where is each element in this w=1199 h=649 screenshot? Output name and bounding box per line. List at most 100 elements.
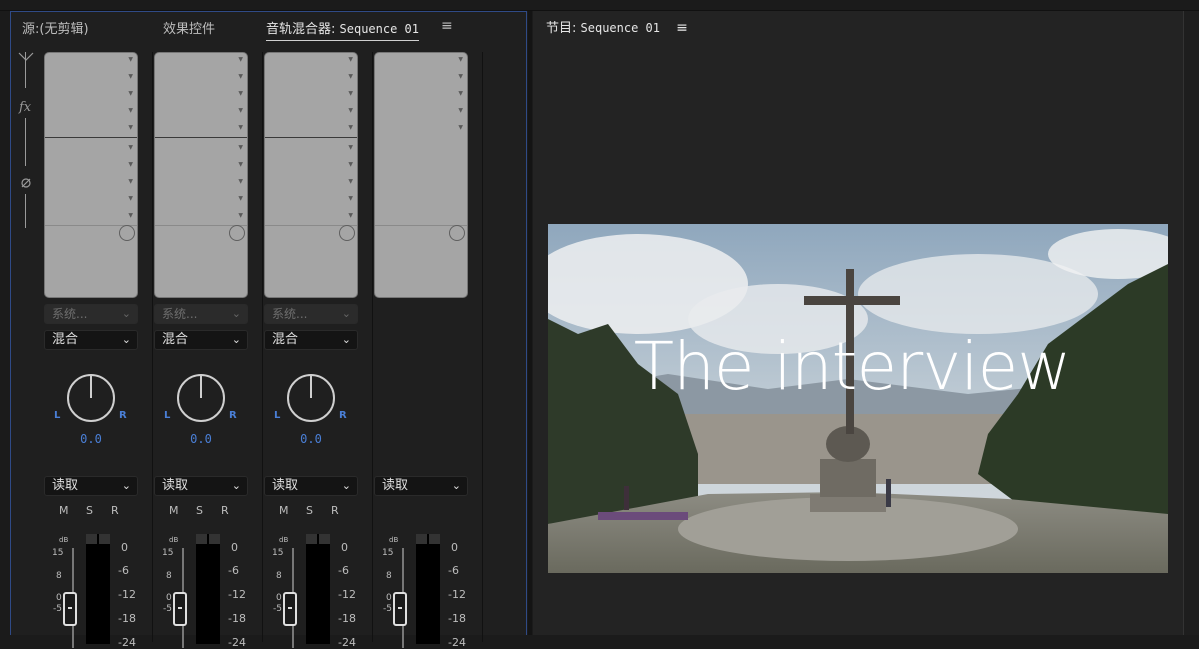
slot-arrow-icon[interactable]: ▼ — [238, 212, 243, 219]
fader-scale-label: -5 — [383, 604, 392, 614]
peak-indicator[interactable] — [86, 534, 110, 544]
slot-arrow-icon[interactable]: ▼ — [128, 124, 133, 131]
slot-arrow-icon[interactable]: ▼ — [348, 161, 353, 168]
solo-button[interactable]: S — [196, 504, 203, 517]
send-level-knob[interactable] — [229, 225, 245, 241]
tab-effect-controls[interactable]: 效果控件 — [163, 18, 215, 37]
collapse-triangle-icon[interactable] — [18, 52, 34, 62]
effects-slot-box[interactable]: ▼ ▼ ▼ ▼ ▼ — [374, 52, 468, 298]
solo-button[interactable]: S — [86, 504, 93, 517]
slot-arrow-icon[interactable]: ▼ — [238, 178, 243, 185]
volume-fader-handle[interactable] — [283, 592, 297, 626]
dropdown-value: 混合 — [162, 332, 189, 347]
slot-arrow-icon[interactable]: ▼ — [348, 90, 353, 97]
pan-value[interactable]: 0.0 — [262, 432, 360, 446]
slot-arrow-icon[interactable]: ▼ — [128, 178, 133, 185]
pan-knob[interactable] — [177, 374, 225, 422]
send-level-knob[interactable] — [119, 225, 135, 241]
program-video-frame[interactable]: The interview — [548, 224, 1168, 573]
automation-mode-dropdown[interactable]: 读取 ⌄ — [154, 476, 248, 496]
pan-knob[interactable] — [67, 374, 115, 422]
slot-arrow-icon[interactable]: ▼ — [348, 144, 353, 151]
fader-handle-mark — [68, 607, 72, 609]
pan-value[interactable]: 0.0 — [42, 432, 140, 446]
slot-arrow-icon[interactable]: ▼ — [128, 73, 133, 80]
mute-button[interactable]: M — [279, 504, 289, 517]
send-assignment-dropdown[interactable]: 系统... ⌄ — [44, 304, 138, 324]
tab-sequence-name: Sequence 01 — [339, 22, 420, 36]
peak-indicator[interactable] — [416, 534, 440, 544]
automation-mode-dropdown[interactable]: 读取 ⌄ — [374, 476, 468, 496]
blend-mode-dropdown[interactable]: 混合 ⌄ — [154, 330, 248, 350]
send-assignment-dropdown[interactable]: 系统... ⌄ — [154, 304, 248, 324]
fader-scale-label: 0 — [386, 593, 392, 603]
volume-fader-handle[interactable] — [393, 592, 407, 626]
slot-arrow-icon[interactable]: ▼ — [128, 212, 133, 219]
slot-arrow-icon[interactable]: ▼ — [348, 195, 353, 202]
fader-scale-label: 8 — [166, 571, 172, 581]
panel-tabs: 源:(无剪辑) 效果控件 音轨混合器: Sequence 01 ≡ — [11, 12, 526, 42]
hamburger-icon[interactable]: ≡ — [676, 20, 688, 36]
slot-arrow-icon[interactable]: ▼ — [238, 56, 243, 63]
send-assignment-dropdown[interactable]: 系统... ⌄ — [264, 304, 358, 324]
slot-arrow-icon[interactable]: ▼ — [458, 124, 463, 131]
solo-button[interactable]: S — [306, 504, 313, 517]
slot-arrow-icon[interactable]: ▼ — [458, 73, 463, 80]
effects-sends-strip: fx — [17, 52, 39, 242]
slot-arrow-icon[interactable]: ▼ — [128, 161, 133, 168]
fader-scale-label: -5 — [273, 604, 282, 614]
slot-arrow-icon[interactable]: ▼ — [128, 56, 133, 63]
slot-arrow-icon[interactable]: ▼ — [348, 212, 353, 219]
slot-arrow-icon[interactable]: ▼ — [458, 90, 463, 97]
slot-arrow-icon[interactable]: ▼ — [348, 73, 353, 80]
slot-arrow-icon[interactable]: ▼ — [238, 195, 243, 202]
slot-arrow-icon[interactable]: ▼ — [238, 107, 243, 114]
send-level-knob[interactable] — [449, 225, 465, 241]
chevron-down-icon: ⌄ — [231, 307, 241, 320]
slot-arrow-icon[interactable]: ▼ — [238, 90, 243, 97]
tab-program[interactable]: 节目: Sequence 01 ≡ — [546, 17, 688, 36]
meter-scale-label: -18 — [338, 612, 356, 625]
automation-mode-dropdown[interactable]: 读取 ⌄ — [44, 476, 138, 496]
slot-arrow-icon[interactable]: ▼ — [128, 107, 133, 114]
slot-arrow-icon[interactable]: ▼ — [348, 124, 353, 131]
record-button[interactable]: R — [221, 504, 229, 517]
effects-slot-box[interactable]: ▼ ▼ ▼ ▼ ▼ ▼ ▼ ▼ ▼ ▼ — [44, 52, 138, 298]
slot-arrow-icon[interactable]: ▼ — [458, 56, 463, 63]
record-button[interactable]: R — [111, 504, 119, 517]
volume-fader-handle[interactable] — [173, 592, 187, 626]
slot-arrow-icon[interactable]: ▼ — [238, 124, 243, 131]
meter-scale-label: 0 — [341, 541, 348, 554]
hamburger-icon[interactable]: ≡ — [441, 18, 453, 34]
record-button[interactable]: R — [331, 504, 339, 517]
send-level-knob[interactable] — [339, 225, 355, 241]
mute-button[interactable]: M — [59, 504, 69, 517]
slot-arrow-icon[interactable]: ▼ — [128, 144, 133, 151]
dropdown-value: 混合 — [52, 332, 79, 347]
slot-arrow-icon[interactable]: ▼ — [348, 56, 353, 63]
slot-arrow-icon[interactable]: ▼ — [128, 195, 133, 202]
pan-value[interactable]: 0.0 — [152, 432, 250, 446]
tab-source[interactable]: 源:(无剪辑) — [22, 18, 89, 37]
slot-arrow-icon[interactable]: ▼ — [458, 107, 463, 114]
automation-mode-dropdown[interactable]: 读取 ⌄ — [264, 476, 358, 496]
pan-knob[interactable] — [287, 374, 335, 422]
mute-button[interactable]: M — [169, 504, 179, 517]
slot-arrow-icon[interactable]: ▼ — [348, 107, 353, 114]
panel-divider[interactable] — [528, 11, 532, 635]
db-label: dB — [279, 536, 289, 544]
slot-arrow-icon[interactable]: ▼ — [238, 144, 243, 151]
slot-arrow-icon[interactable]: ▼ — [348, 178, 353, 185]
blend-mode-dropdown[interactable]: 混合 ⌄ — [264, 330, 358, 350]
peak-indicator[interactable] — [306, 534, 330, 544]
effects-slot-box[interactable]: ▼ ▼ ▼ ▼ ▼ ▼ ▼ ▼ ▼ ▼ — [154, 52, 248, 298]
slot-arrow-icon[interactable]: ▼ — [238, 161, 243, 168]
tab-audio-track-mixer[interactable]: 音轨混合器: Sequence 01 — [266, 18, 420, 41]
blend-mode-dropdown[interactable]: 混合 ⌄ — [44, 330, 138, 350]
peak-indicator[interactable] — [196, 534, 220, 544]
slot-arrow-icon[interactable]: ▼ — [128, 90, 133, 97]
effects-slot-box[interactable]: ▼ ▼ ▼ ▼ ▼ ▼ ▼ ▼ ▼ ▼ — [264, 52, 358, 298]
slot-arrow-icon[interactable]: ▼ — [238, 73, 243, 80]
volume-fader-handle[interactable] — [63, 592, 77, 626]
dropdown-value: 读取 — [382, 478, 409, 493]
